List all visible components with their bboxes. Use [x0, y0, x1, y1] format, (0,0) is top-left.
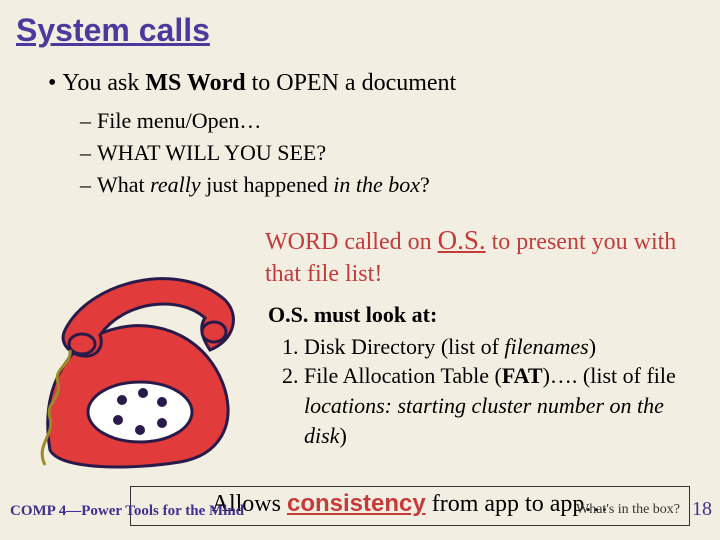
bullet-tail: to OPEN a document — [246, 70, 457, 96]
dash-icon: – — [80, 108, 91, 133]
wordcall-os: O.S. — [438, 225, 486, 255]
dash-icon: – — [80, 172, 91, 197]
lookat-list: Disk Directory (list of filenames) File … — [304, 332, 698, 451]
i1-lead: Disk Directory (list of — [304, 334, 504, 359]
bullet-lead: You ask — [62, 70, 145, 96]
list-item: File Allocation Table (FAT)…. (list of f… — [304, 361, 698, 450]
i2-em: locations: starting cluster number on th… — [304, 393, 664, 448]
i2-mid: )…. (list of file — [543, 363, 676, 388]
i2-lead: File Allocation Table ( — [304, 363, 502, 388]
footer-right: What's in the box? — [576, 502, 680, 518]
lookat-header: O.S. must look at: — [268, 300, 698, 330]
sub-bullet-1: –File menu/Open… — [80, 108, 261, 134]
sub3-mid: just happened — [201, 172, 334, 197]
sub-bullet-2: –WHAT WILL YOU SEE? — [80, 140, 326, 166]
page-title: System calls — [16, 12, 210, 49]
sub3-em1: really — [150, 172, 201, 197]
wordcall-lead: WORD called on — [265, 229, 438, 255]
sub2-text: WHAT WILL YOU SEE? — [97, 140, 326, 165]
bullet-strong: MS Word — [145, 70, 245, 96]
lookat-block: O.S. must look at: Disk Directory (list … — [268, 300, 698, 450]
sub-bullet-3: –What really just happened in the box? — [80, 172, 430, 198]
bullet-dot: • — [48, 70, 56, 96]
footer-left: COMP 4—Power Tools for the Mind — [10, 503, 244, 520]
i2-tail: ) — [339, 423, 346, 448]
i2-strong: FAT — [502, 363, 543, 388]
page-number: 18 — [692, 498, 712, 521]
word-call-text: WORD called on O.S. to present you with … — [265, 222, 685, 291]
sub3-tail: ? — [420, 172, 430, 197]
list-item: Disk Directory (list of filenames) — [304, 332, 698, 362]
sub1-text: File menu/Open… — [97, 108, 261, 133]
dash-icon: – — [80, 140, 91, 165]
bullet-main: •You ask MS Word to OPEN a document — [48, 70, 456, 97]
cons-keyword: consistency — [287, 490, 426, 517]
sub3-lead: What — [97, 172, 150, 197]
i1-em: filenames — [504, 334, 588, 359]
phone-image — [30, 240, 250, 470]
i1-tail: ) — [589, 334, 596, 359]
sub3-em2: in the box — [333, 172, 420, 197]
